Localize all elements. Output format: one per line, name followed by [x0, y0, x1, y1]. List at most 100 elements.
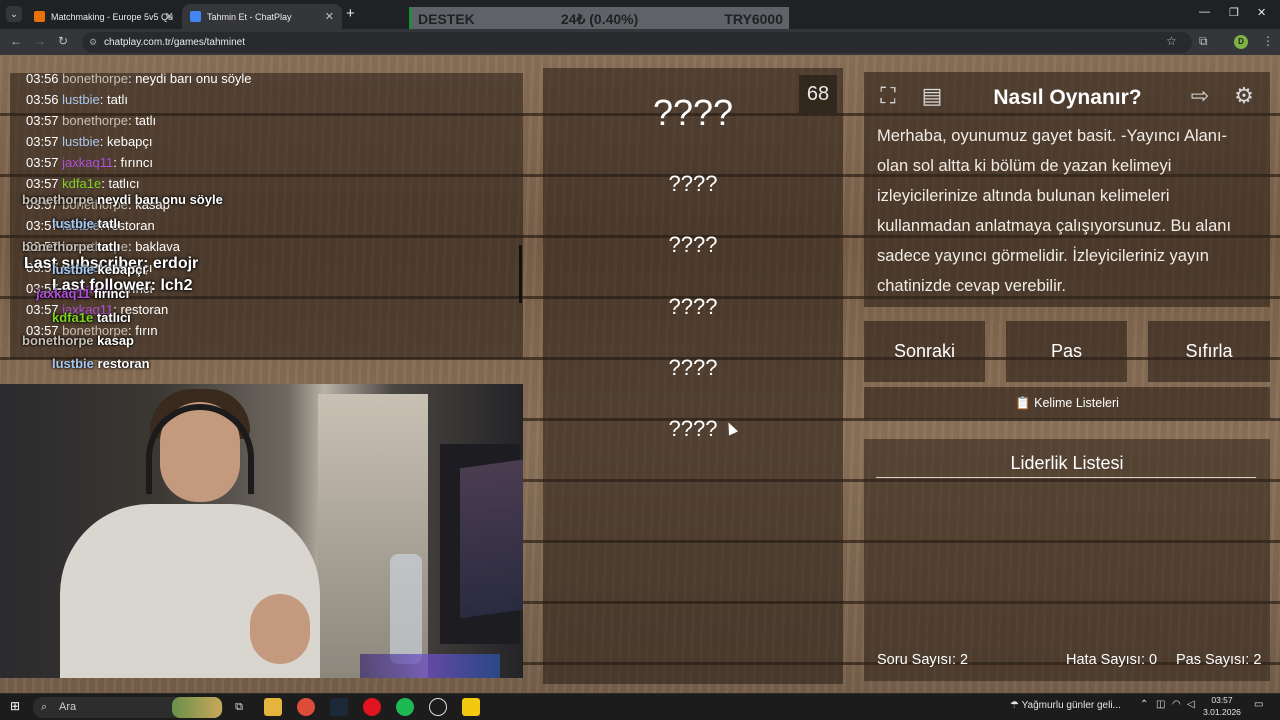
overlay-text: restoran [97, 356, 150, 371]
bookmark-star-icon[interactable]: ☆ [1166, 34, 1177, 48]
overlay-text: neydi barı onu söyle [97, 192, 223, 207]
app-icon[interactable] [429, 698, 447, 716]
donation-ticker: DESTEK 24₺ (0.40%) TRY6000 [409, 7, 789, 31]
leaderboard-divider [876, 477, 1256, 478]
chat-text: kebapçı [106, 134, 153, 149]
spotify-icon[interactable] [396, 698, 414, 716]
overlay-username: lustbie [52, 356, 94, 371]
overlay-text: tatlı [97, 216, 121, 231]
weather-text: Yağmurlu günler geli... [1021, 700, 1121, 711]
overlay-chat-line: bonethorpe tatlı [22, 239, 120, 254]
gear-icon[interactable]: ⚙ [1226, 79, 1262, 113]
close-tab-icon[interactable]: ✕ [325, 10, 334, 23]
how-to-play-title: Nasıl Oynanır? [993, 86, 1142, 109]
url-bar[interactable]: ⚙ chatplay.com.tr/games/tahminet [82, 32, 1192, 53]
exit-icon[interactable]: ⇨ [1182, 79, 1218, 113]
windows-start-icon[interactable]: ⊞ [10, 699, 20, 713]
tab-tahmin-et[interactable]: Tahmin Et - ChatPlay ✕ [182, 4, 342, 29]
rain-cloud-icon: ☂ [1010, 700, 1019, 711]
app-icon[interactable] [462, 698, 480, 716]
chat-message: 03:56 bonethorpe: neydi barı onu söyle [26, 71, 252, 86]
error-count: Hata Sayısı: 0 [1066, 652, 1158, 668]
opera-icon[interactable] [363, 698, 381, 716]
chat-time: 03:57 [26, 155, 59, 170]
tray-expand-icon[interactable]: ⌃ [1140, 699, 1148, 710]
chat-time: 03:57 [26, 134, 59, 149]
steam-icon[interactable] [330, 698, 348, 716]
notification-icon[interactable]: ▭ [1254, 699, 1263, 710]
forbidden-word: ???? [668, 355, 718, 380]
overlay-chat-line: jaxkaq11 fırıncı [36, 286, 129, 301]
chat-username[interactable]: lustbie [62, 92, 100, 107]
chat-time: 03:56 [26, 71, 59, 86]
pass-count: Pas Sayısı: 2 [1176, 652, 1262, 668]
network-icon[interactable]: ◫ [1156, 699, 1165, 710]
overlay-chat-line: bonethorpe kasap [22, 333, 134, 348]
weather-widget[interactable]: ☂ Yağmurlu günler geli... [1010, 700, 1121, 711]
tab-label: Matchmaking - Europe 5v5 Qu [51, 11, 174, 22]
pass-button[interactable]: Pas [1006, 321, 1127, 382]
menu-icon[interactable]: ⋮ [1262, 34, 1274, 48]
search-highlight-image [172, 697, 222, 718]
url-text: chatplay.com.tr/games/tahminet [104, 37, 245, 48]
file-explorer-icon[interactable] [264, 698, 282, 716]
new-tab-button[interactable]: + [346, 5, 355, 22]
chat-username[interactable]: kdfa1e [62, 176, 101, 191]
browser-tab-bar: ⌄ Matchmaking - Europe 5v5 Qu ✕ Tahmin E… [0, 0, 1280, 31]
chat-username[interactable]: bonethorpe [62, 113, 128, 128]
site-info-icon[interactable]: ⚙ [89, 32, 97, 53]
chat-text: neydi barı onu söyle [135, 71, 252, 86]
chat-time: 03:57 [26, 176, 59, 191]
chat-message: 03:57 kdfa1e: tatlıcı [26, 176, 140, 191]
close-window-icon[interactable]: ✕ [1257, 6, 1266, 19]
overlay-text: tatlıcı [96, 310, 131, 325]
chrome-icon[interactable] [297, 698, 315, 716]
webcam-monitor [460, 459, 523, 619]
tab-label: Tahmin Et - ChatPlay [207, 11, 292, 22]
tab-search-button[interactable]: ⌄ [6, 6, 22, 22]
chat-text: baklava [135, 239, 180, 254]
chat-scrollbar[interactable] [519, 245, 522, 303]
fullscreen-icon[interactable]: ⛶ [870, 79, 906, 113]
forward-arrow-icon[interactable]: → [34, 34, 46, 48]
overlay-username: kdfa1e [52, 310, 94, 325]
chat-username[interactable]: jaxkaq11 [62, 155, 113, 170]
next-button[interactable]: Sonraki [864, 321, 985, 382]
search-icon: ⌕ [41, 701, 48, 713]
webcam-bottle [390, 554, 422, 664]
restore-icon[interactable]: ❐ [1229, 6, 1239, 19]
forbidden-word: ???? [668, 416, 718, 441]
question-count: Soru Sayısı: 2 [877, 652, 969, 668]
chat-text: tatlı [106, 92, 128, 107]
back-arrow-icon[interactable]: ← [10, 34, 22, 48]
reload-icon[interactable]: ↻ [58, 34, 68, 48]
document-icon[interactable]: ▤ [914, 79, 950, 113]
chat-time: 03:57 [26, 113, 59, 128]
volume-icon[interactable]: ◁ [1187, 699, 1195, 710]
word-lists-label: Kelime Listeleri [1034, 396, 1119, 410]
forbidden-word: ???? [668, 232, 718, 257]
favicon-icon [190, 11, 201, 22]
wifi-icon[interactable]: ◠ [1172, 699, 1181, 710]
overlay-text: tatlı [97, 239, 121, 254]
chat-message: 03:57 jaxkaq11: fırıncı [26, 155, 153, 170]
reset-button[interactable]: Sıfırla [1148, 321, 1270, 382]
taskbar-clock[interactable]: 03:57 3.01.2026 [1200, 694, 1244, 718]
overlay-username: jaxkaq11 [36, 286, 91, 301]
close-tab-icon[interactable]: ✕ [165, 10, 174, 23]
overlay-username: bonethorpe [22, 192, 94, 207]
overlay-text: kasap [97, 333, 134, 348]
tab-matchmaking[interactable]: Matchmaking - Europe 5v5 Qu ✕ [26, 4, 182, 29]
clock-date: 3.01.2026 [1203, 707, 1241, 717]
ticker-left: DESTEK [418, 11, 475, 27]
task-view-icon[interactable]: ⧉ [230, 698, 248, 716]
profile-avatar[interactable]: D [1234, 35, 1248, 49]
webcam-person-hand [250, 594, 310, 664]
word-lists-button[interactable]: 📋 Kelime Listeleri [864, 387, 1270, 419]
ticker-middle: 24₺ (0.40%) [560, 10, 639, 27]
chat-message: 03:57 lustbie: kebapçı [26, 134, 153, 149]
chat-username[interactable]: lustbie [62, 134, 100, 149]
extensions-icon[interactable]: ⧉ [1199, 34, 1208, 49]
chat-username[interactable]: bonethorpe [62, 71, 128, 86]
minimize-icon[interactable]: — [1199, 6, 1210, 18]
